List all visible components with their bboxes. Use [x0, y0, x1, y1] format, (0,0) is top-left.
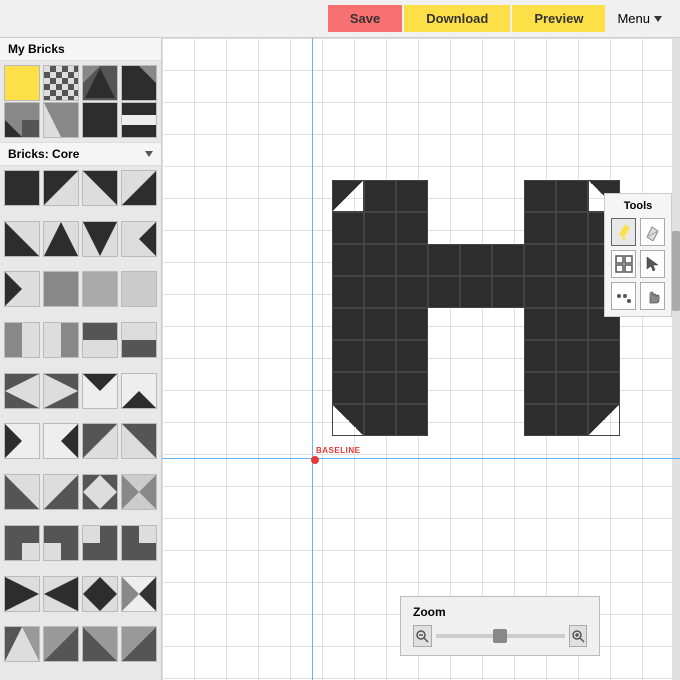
brick-cell[interactable] — [82, 221, 118, 257]
my-brick-cell[interactable] — [82, 65, 118, 101]
brick-cell[interactable] — [4, 271, 40, 307]
brick-cell[interactable] — [43, 474, 79, 510]
brick-cell[interactable] — [121, 525, 157, 561]
my-bricks-grid — [0, 61, 161, 142]
brick-cell[interactable] — [82, 373, 118, 409]
my-brick-cell[interactable] — [121, 102, 157, 138]
brick-cell[interactable] — [4, 170, 40, 206]
brick-cell[interactable] — [43, 170, 79, 206]
vertical-guideline — [312, 38, 313, 680]
brick-cell[interactable] — [121, 170, 157, 206]
brick-cell[interactable] — [4, 423, 40, 459]
brick-cell[interactable] — [43, 525, 79, 561]
brick-cell[interactable] — [82, 576, 118, 612]
brick-cell[interactable] — [4, 576, 40, 612]
brick-cell[interactable] — [121, 474, 157, 510]
brick-cell[interactable] — [43, 373, 79, 409]
hand-tool-button[interactable] — [640, 282, 665, 310]
menu-button[interactable]: Menu — [607, 5, 672, 32]
chevron-down-icon — [654, 16, 662, 22]
canvas-area[interactable]: BASELINE — [162, 38, 680, 680]
brick-cell[interactable] — [43, 626, 79, 662]
my-brick-cell[interactable] — [121, 65, 157, 101]
brick-cell[interactable] — [82, 170, 118, 206]
vertical-scrollbar[interactable] — [672, 38, 680, 680]
brick-cell[interactable] — [121, 373, 157, 409]
letter-shape[interactable] — [332, 180, 620, 436]
download-button[interactable]: Download — [404, 5, 510, 32]
menu-label: Menu — [617, 11, 650, 26]
brick-cell[interactable] — [4, 626, 40, 662]
zoom-panel: Zoom — [400, 596, 600, 656]
brick-cell[interactable] — [43, 221, 79, 257]
brick-cell[interactable] — [121, 271, 157, 307]
bricks-core-title: Bricks: Core — [8, 147, 79, 161]
brick-cell[interactable] — [121, 626, 157, 662]
brick-cell[interactable] — [43, 271, 79, 307]
my-bricks-title: My Bricks — [0, 38, 161, 61]
dots-tool-button[interactable] — [611, 282, 636, 310]
my-brick-cell[interactable] — [82, 102, 118, 138]
brick-cell[interactable] — [82, 525, 118, 561]
tools-title: Tools — [611, 200, 665, 212]
my-brick-cell[interactable] — [4, 65, 40, 101]
brick-cell[interactable] — [82, 474, 118, 510]
pointer-tool-button[interactable] — [640, 250, 665, 278]
grid-tool-button[interactable] — [611, 250, 636, 278]
brick-cell[interactable] — [82, 626, 118, 662]
my-brick-cell[interactable] — [43, 65, 79, 101]
brick-cell[interactable] — [121, 221, 157, 257]
main-layout: My Bricks Bricks: Core — [0, 38, 680, 680]
brick-cell[interactable] — [4, 221, 40, 257]
brick-cell[interactable] — [4, 474, 40, 510]
baseline-label: BASELINE — [316, 446, 360, 455]
baseline-dot — [311, 456, 319, 464]
brick-cell[interactable] — [121, 423, 157, 459]
save-button[interactable]: Save — [328, 5, 402, 32]
pencil-tool-button[interactable] — [611, 218, 636, 246]
brick-cell[interactable] — [43, 576, 79, 612]
brick-cell[interactable] — [82, 322, 118, 358]
zoom-out-button[interactable] — [413, 625, 432, 647]
brick-cell[interactable] — [4, 373, 40, 409]
zoom-in-button[interactable] — [569, 625, 588, 647]
bricks-grid — [0, 166, 161, 680]
horizontal-guideline — [162, 458, 680, 459]
zoom-slider[interactable] — [436, 634, 565, 638]
zoom-title: Zoom — [413, 605, 587, 619]
my-brick-cell[interactable] — [4, 102, 40, 138]
preview-button[interactable]: Preview — [512, 5, 605, 32]
brick-cell[interactable] — [82, 423, 118, 459]
bricks-core-header[interactable]: Bricks: Core — [0, 142, 161, 166]
bricks-core-chevron — [145, 151, 153, 157]
brick-cell[interactable] — [4, 322, 40, 358]
brick-cell[interactable] — [43, 322, 79, 358]
brick-cell[interactable] — [121, 322, 157, 358]
eraser-tool-button[interactable] — [640, 218, 665, 246]
my-brick-cell[interactable] — [43, 102, 79, 138]
tools-panel: Tools — [604, 193, 672, 317]
toolbar: Save Download Preview Menu — [0, 0, 680, 38]
brick-cell[interactable] — [121, 576, 157, 612]
brick-cell[interactable] — [82, 271, 118, 307]
sidebar: My Bricks Bricks: Core — [0, 38, 162, 680]
brick-cell[interactable] — [4, 525, 40, 561]
scrollbar-thumb[interactable] — [672, 231, 680, 311]
brick-cell[interactable] — [43, 423, 79, 459]
